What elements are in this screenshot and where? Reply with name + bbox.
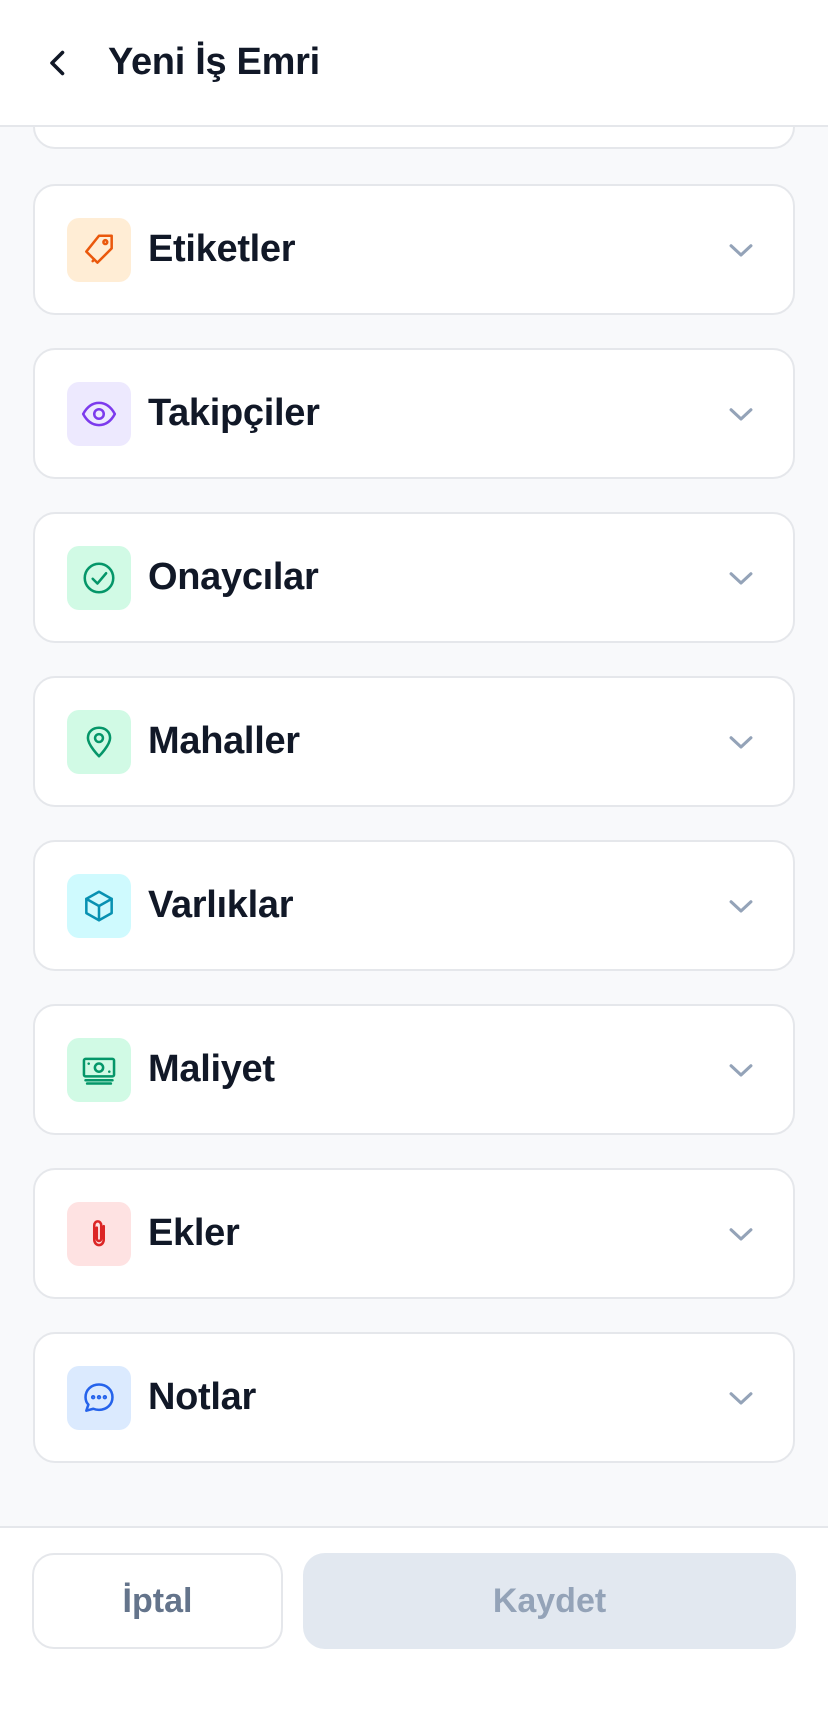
action-bar: İptal Kaydet — [0, 1526, 828, 1724]
chevron-down-wrap — [723, 396, 759, 432]
section-card-approvers[interactable]: Onaycılar — [33, 512, 795, 643]
section-list: Etiketler Takipçiler Onaycılar Mahaller Varl… — [33, 184, 795, 1496]
eye-icon — [81, 401, 117, 426]
section-card-locations[interactable]: Mahaller — [33, 676, 795, 807]
section-label: Varlıklar — [148, 884, 294, 926]
back-button[interactable] — [28, 33, 88, 93]
section-label: Notlar — [148, 1376, 256, 1418]
paperclip-icon-box — [67, 1201, 131, 1266]
section-label: Maliyet — [148, 1048, 275, 1090]
chat-bubble-icon — [84, 1382, 114, 1412]
cancel-button[interactable]: İptal — [32, 1553, 283, 1649]
map-pin-icon-box — [67, 709, 131, 774]
chevron-down-wrap — [723, 232, 759, 268]
chevron-down-wrap — [723, 1380, 759, 1416]
check-circle-icon-box — [67, 545, 131, 610]
chevron-down-icon — [729, 899, 753, 913]
paperclip-icon — [92, 1219, 106, 1246]
section-label: Mahaller — [148, 720, 300, 762]
chevron-down-wrap — [723, 1052, 759, 1088]
chevron-down-wrap — [723, 560, 759, 596]
partial-section-card[interactable] — [33, 127, 795, 149]
section-label: Etiketler — [148, 228, 296, 270]
section-card-followers[interactable]: Takipçiler — [33, 348, 795, 479]
chevron-down-icon — [729, 735, 753, 749]
top-bar: Yeni İş Emri — [0, 0, 828, 127]
chevron-down-wrap — [723, 724, 759, 760]
tag-icon-box — [67, 217, 131, 282]
section-card-cost[interactable]: Maliyet — [33, 1004, 795, 1135]
form-scroll-area[interactable]: Etiketler Takipçiler Onaycılar Mahaller Varl… — [0, 127, 828, 1526]
section-label: Takipçiler — [148, 392, 320, 434]
section-label: Ekler — [148, 1212, 240, 1254]
eye-icon-box — [67, 381, 131, 446]
chevron-down-icon — [729, 1391, 753, 1405]
section-card-notes[interactable]: Notlar — [33, 1332, 795, 1463]
chevron-down-icon — [729, 243, 753, 257]
tag-icon — [85, 233, 113, 264]
chevron-down-icon — [729, 1227, 753, 1241]
section-card-assets[interactable]: Varlıklar — [33, 840, 795, 971]
cube-icon-box — [67, 873, 131, 938]
banknotes-icon — [82, 1057, 116, 1085]
page-title: Yeni İş Emri — [108, 41, 320, 83]
chevron-left-icon — [50, 50, 65, 75]
app-screen: Yeni İş Emri Etiketler Takipçiler Onaycıla… — [0, 0, 828, 1724]
map-pin-icon — [86, 725, 112, 758]
banknotes-icon-box — [67, 1037, 131, 1102]
check-circle-icon — [83, 561, 115, 594]
chevron-down-wrap — [723, 1216, 759, 1252]
save-button[interactable]: Kaydet — [303, 1553, 796, 1649]
chevron-down-icon — [729, 407, 753, 421]
section-card-tags[interactable]: Etiketler — [33, 184, 795, 315]
section-card-attachments[interactable]: Ekler — [33, 1168, 795, 1299]
chevron-down-wrap — [723, 888, 759, 924]
chat-bubble-icon-box — [67, 1365, 131, 1430]
section-label: Onaycılar — [148, 556, 319, 598]
cube-icon — [85, 889, 113, 922]
chevron-down-icon — [729, 571, 753, 585]
chevron-down-icon — [729, 1063, 753, 1077]
